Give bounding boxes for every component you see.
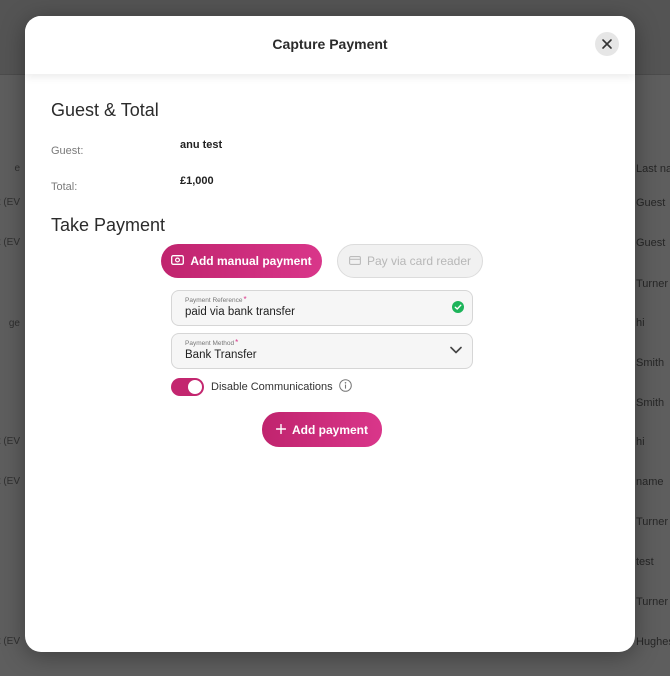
guest-total-heading: Guest & Total [51,100,159,120]
payment-method-label: Payment Method* [185,338,239,347]
background-text: Turner [636,596,668,608]
background-text: et (EV [0,636,20,647]
payment-reference-value: paid via bank transfer [185,306,295,318]
take-payment-heading: Take Payment [51,215,166,235]
plus-icon [275,423,287,437]
background-text: Last na [636,163,670,175]
background-text: hi [636,317,645,329]
guest-value: anu test [180,139,223,151]
background-text: Turner [636,278,668,290]
background-text: name [636,476,664,488]
background-text: ge [8,318,20,329]
add-manual-payment-label: Add manual payment [190,254,312,268]
pay-via-card-reader-button[interactable]: Pay via card reader [337,244,483,278]
disable-communications-label: Disable Communications [211,381,333,393]
background-left-column: e et (EV et (EV ge et (EV et (EV et (EV [0,0,24,676]
payment-method-value: Bank Transfer [185,349,257,361]
background-text: Guest [636,197,666,209]
payment-method-select[interactable]: Payment Method* Bank Transfer [171,333,473,369]
chevron-down-icon [450,346,462,354]
background-text: et (EV [0,237,20,248]
close-icon [602,39,612,49]
modal-header: Capture Payment [25,16,635,74]
background-text: test [636,556,654,568]
modal-title: Capture Payment [272,36,388,52]
capture-payment-modal: Capture Payment Guest & Total Guest: anu… [25,16,635,652]
guest-label: Guest: [51,145,84,157]
add-manual-payment-button[interactable]: Add manual payment [161,244,322,278]
background-text: Smith [636,397,665,409]
credit-card-icon [349,254,361,268]
background-text: Turner [636,516,668,528]
background-right-column: Last na Guest Guest Turner hi Smith Smit… [636,0,670,676]
close-button[interactable] [595,32,619,56]
info-icon[interactable] [339,379,352,392]
cash-icon [171,254,185,268]
payment-reference-label: Payment Reference* [185,295,247,304]
check-circle-icon [452,301,464,313]
disable-communications-toggle[interactable] [171,378,204,396]
payment-reference-field[interactable]: Payment Reference* paid via bank transfe… [171,290,473,326]
background-text: et (EV [0,197,20,208]
background-text: et (EV [0,476,20,487]
total-label: Total: [51,181,78,193]
background-text: Guest [636,237,666,249]
add-payment-button[interactable]: Add payment [262,412,382,447]
background-text: et (EV [0,436,20,447]
pay-via-card-reader-label: Pay via card reader [366,254,472,268]
background-text: Smith [636,357,665,369]
toggle-knob [188,380,202,394]
add-payment-label: Add payment [291,422,368,437]
background-text: hi [636,436,645,448]
background-text: Hughes [636,636,670,648]
total-value: £1,000 [180,175,214,187]
background-text: e [14,163,20,174]
